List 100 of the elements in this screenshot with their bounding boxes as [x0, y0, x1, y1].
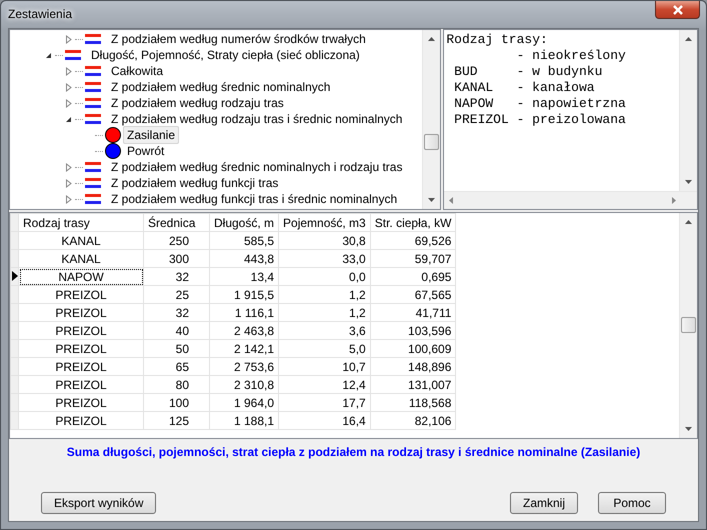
column-header[interactable]: Rodzaj trasy [18, 214, 144, 232]
tree-item[interactable]: Z podziałem według rodzaju tras i średnic nominalnych [107, 110, 406, 128]
legend-title: Rodzaj trasy: [446, 32, 549, 48]
table-cell: PREIZOL [18, 376, 144, 394]
route-description: - nieokreślony [516, 48, 626, 64]
tree-item[interactable]: Długość, Pojemność, Straty ciepła (sieć obliczona) [87, 46, 364, 64]
route-description: - kanałowa [516, 80, 595, 96]
scrollbar[interactable] [422, 30, 440, 209]
scroll-up-icon[interactable] [427, 36, 436, 42]
table-cell: 12,4 [278, 376, 370, 394]
table-cell: 30,8 [278, 232, 370, 250]
route-code: KANAL [453, 80, 494, 96]
striped-flag-icon [85, 98, 101, 108]
table-cell: 59,707 [370, 250, 456, 268]
table-cell: 300 [144, 250, 210, 268]
column-header[interactable]: Str. ciepła, kW [370, 214, 456, 232]
table-cell: 2 753,6 [210, 358, 279, 376]
route-description: - preizolowana [516, 112, 626, 128]
table-cell: PREIZOL [18, 322, 144, 340]
dialog-button[interactable]: Pomoc [598, 492, 666, 514]
collapse-arrow-icon[interactable] [64, 114, 73, 124]
close-button[interactable] [655, 1, 700, 19]
expand-arrow-icon[interactable] [64, 178, 73, 188]
column-header[interactable]: Długość, m [210, 214, 279, 232]
route-code: BUD [453, 64, 479, 80]
striped-flag-icon [85, 178, 101, 188]
table-cell: 17,7 [278, 394, 370, 412]
table-cell: PREIZOL [18, 358, 144, 376]
scrollbar[interactable] [444, 191, 697, 209]
scrollbar[interactable] [679, 213, 697, 438]
striped-flag-icon [85, 34, 101, 44]
tree-item[interactable]: Z podziałem według funkcji tras [107, 174, 282, 192]
table-cell: 65 [144, 358, 210, 376]
table-cell: 41,711 [370, 304, 456, 322]
scroll-thumb[interactable] [681, 317, 696, 333]
route-description: - w budynku [516, 64, 602, 80]
route-description: - napowietrzna [516, 96, 626, 112]
expand-arrow-icon[interactable] [64, 98, 73, 108]
table-cell: 1,2 [278, 286, 370, 304]
table-cell: 10,7 [278, 358, 370, 376]
table-cell: 80 [144, 376, 210, 394]
scroll-left-icon[interactable] [448, 196, 454, 205]
table-cell: 0,0 [278, 268, 370, 286]
table-cell: 0,695 [370, 268, 456, 286]
column-header[interactable]: Pojemność, m3 [278, 214, 370, 232]
dialog-button[interactable]: Eksport wyników [41, 492, 156, 514]
expand-arrow-icon[interactable] [64, 34, 73, 44]
scroll-up-icon[interactable] [684, 219, 693, 225]
collapse-arrow-icon[interactable] [44, 50, 53, 60]
table-cell: 1 188,1 [210, 412, 279, 430]
table-cell: 1,2 [278, 304, 370, 322]
striped-flag-icon [85, 194, 101, 204]
tree-item[interactable]: Z podziałem według funkcji tras i średnic nominalnych [107, 190, 402, 208]
tree-item[interactable]: Z podziałem według numerów środków trwałych [107, 30, 370, 48]
table-cell: 1 915,5 [210, 286, 279, 304]
table-cell: KANAL [18, 232, 144, 250]
tree-item[interactable]: Z podziałem według średnic nominalnych [107, 78, 334, 96]
summary-text: Suma długości, pojemności, strat ciepła z podziałem na rodzaj trasy i średnice nominalne (Zasilanie) [66, 445, 642, 459]
table-cell: 443,8 [210, 250, 279, 268]
tree-item[interactable]: Zasilanie [123, 126, 180, 144]
table-cell: 13,4 [210, 268, 279, 286]
header-corner [10, 214, 18, 232]
table-cell: 25 [144, 286, 210, 304]
tree-item[interactable]: Całkowita [107, 62, 168, 80]
table-cell: 250 [144, 232, 210, 250]
scroll-up-icon[interactable] [684, 36, 693, 42]
window-title: Zestawienia [8, 7, 72, 21]
expand-arrow-icon[interactable] [64, 66, 73, 76]
tree-item[interactable]: Powrót [123, 142, 168, 160]
table-cell: 5,0 [278, 340, 370, 358]
scroll-down-icon[interactable] [427, 197, 436, 203]
dialog-button[interactable]: Zamknij [510, 492, 578, 514]
table-cell: 2 310,8 [210, 376, 279, 394]
scroll-down-icon[interactable] [684, 426, 693, 432]
table-cell: 131,007 [370, 376, 456, 394]
table-cell: 2 142,1 [210, 340, 279, 358]
table-cell: 16,4 [278, 412, 370, 430]
scrollbar[interactable] [679, 30, 697, 191]
table-cell: 50 [144, 340, 210, 358]
striped-flag-icon [65, 50, 81, 60]
striped-flag-icon [85, 66, 101, 76]
striped-flag-icon [85, 82, 101, 92]
table-cell: 103,596 [370, 322, 456, 340]
scroll-down-icon[interactable] [684, 179, 693, 185]
tree-item[interactable]: Z podziałem według rodzaju tras [107, 94, 288, 112]
expand-arrow-icon[interactable] [64, 162, 73, 172]
scroll-right-icon[interactable] [671, 196, 677, 205]
tree-item[interactable]: Z podziałem według średnic nominalnych i rodzaju tras [107, 158, 406, 176]
table-cell: 3,6 [278, 322, 370, 340]
expand-arrow-icon[interactable] [64, 194, 73, 204]
row-selector[interactable] [10, 268, 18, 286]
table-cell: 32 [144, 304, 210, 322]
scroll-thumb[interactable] [424, 134, 440, 150]
table-cell: 33,0 [278, 250, 370, 268]
table-cell: 118,568 [370, 394, 456, 412]
current-row-icon [12, 270, 18, 280]
table-cell: PREIZOL [18, 340, 144, 358]
column-header[interactable]: Średnica [144, 214, 210, 232]
expand-arrow-icon[interactable] [64, 82, 73, 92]
table-cell: 82,106 [370, 412, 456, 430]
